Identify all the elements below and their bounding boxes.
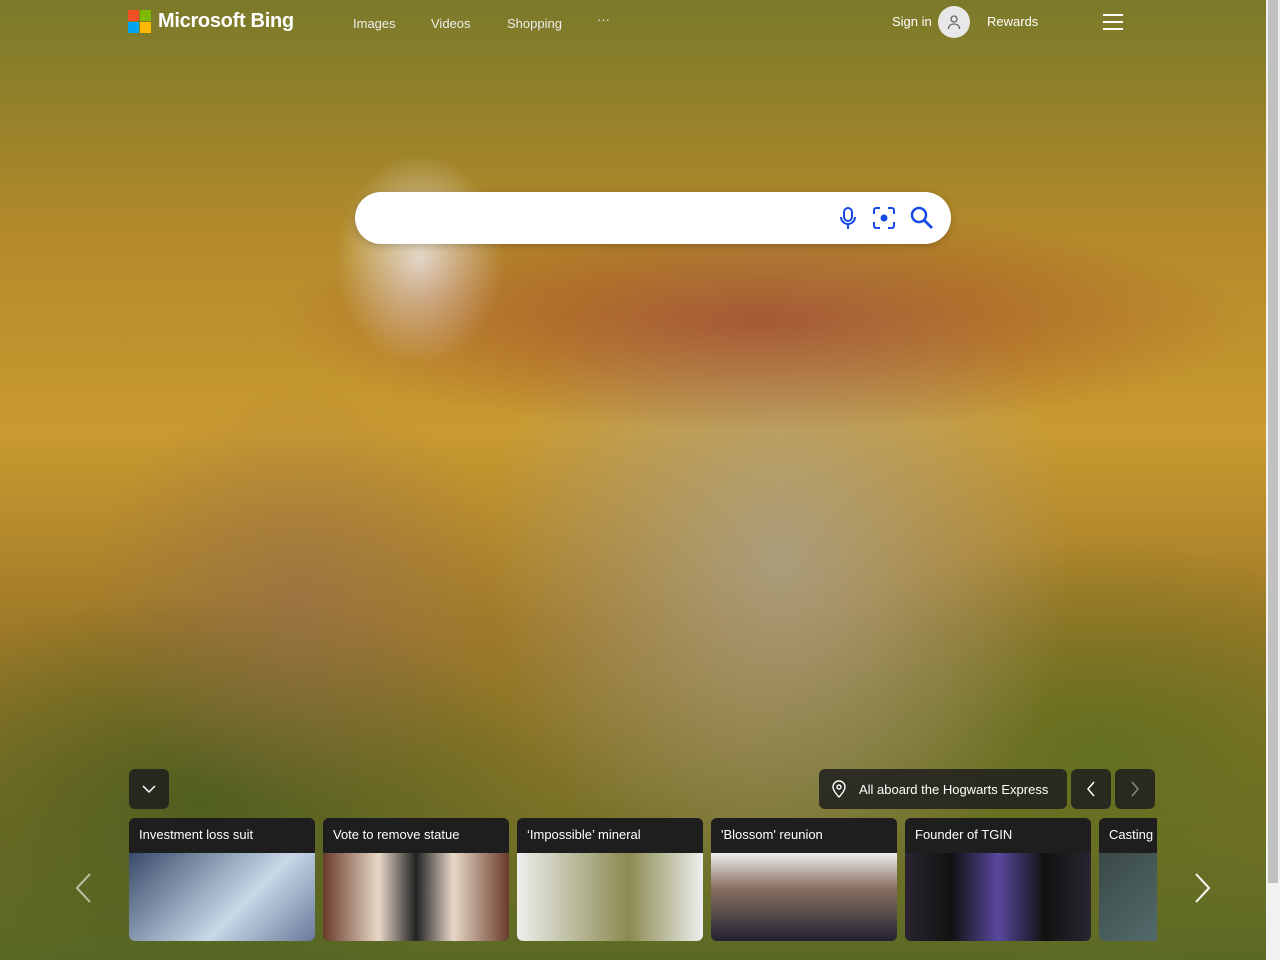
card-image (129, 853, 315, 941)
microsoft-logo-icon (128, 10, 151, 33)
card-image (905, 853, 1091, 941)
top-bar: Microsoft Bing Images Videos Shopping ··… (0, 0, 1266, 45)
card-title: Founder of TGIN (905, 818, 1091, 853)
search-icon[interactable] (909, 205, 935, 231)
nav-shopping[interactable]: Shopping (507, 16, 562, 31)
news-card[interactable]: Casting (1099, 818, 1157, 941)
chevron-down-icon (142, 785, 156, 793)
hamburger-menu-icon[interactable] (1103, 14, 1123, 30)
news-card[interactable]: 'Blossom' reunion (711, 818, 897, 941)
nav-images[interactable]: Images (353, 16, 396, 31)
scrollbar-thumb[interactable] (1268, 0, 1278, 883)
news-card[interactable]: Vote to remove statue (323, 818, 509, 941)
sign-in-link[interactable]: Sign in (892, 14, 932, 29)
card-title: 'Blossom' reunion (711, 818, 897, 853)
search-box (355, 192, 951, 244)
news-card[interactable]: Investment loss suit (129, 818, 315, 941)
carousel-prev-icon[interactable] (74, 872, 92, 904)
nav-more[interactable]: ··· (597, 12, 610, 27)
news-carousel: Investment loss suit Vote to remove stat… (129, 818, 1157, 941)
avatar-icon[interactable] (938, 6, 970, 38)
chevron-right-icon (1131, 781, 1139, 797)
card-title: Investment loss suit (129, 818, 315, 853)
rewards-link[interactable]: Rewards (987, 14, 1038, 29)
next-image-button[interactable] (1115, 769, 1155, 809)
card-title: Casting (1099, 818, 1157, 853)
search-input[interactable] (371, 206, 821, 230)
background-image (0, 0, 1266, 960)
chevron-left-icon (1087, 781, 1095, 797)
news-card[interactable]: ‘Impossible’ mineral (517, 818, 703, 941)
image-info-button[interactable]: All aboard the Hogwarts Express (819, 769, 1067, 809)
location-pin-icon (832, 780, 846, 798)
carousel-next-icon[interactable] (1194, 872, 1212, 904)
collapse-button[interactable] (129, 769, 169, 809)
card-title: ‘Impossible’ mineral (517, 818, 703, 853)
card-image (323, 853, 509, 941)
brand-name: Microsoft Bing (158, 10, 294, 32)
card-image (517, 853, 703, 941)
card-image (1099, 853, 1157, 941)
card-image (711, 853, 897, 941)
visual-search-icon[interactable] (871, 205, 897, 231)
previous-image-button[interactable] (1071, 769, 1111, 809)
microphone-icon[interactable] (835, 205, 861, 231)
bing-logo[interactable]: Microsoft Bing (128, 10, 294, 33)
card-title: Vote to remove statue (323, 818, 509, 853)
news-card[interactable]: Founder of TGIN (905, 818, 1091, 941)
nav-videos[interactable]: Videos (431, 16, 471, 31)
image-caption: All aboard the Hogwarts Express (859, 781, 1049, 797)
